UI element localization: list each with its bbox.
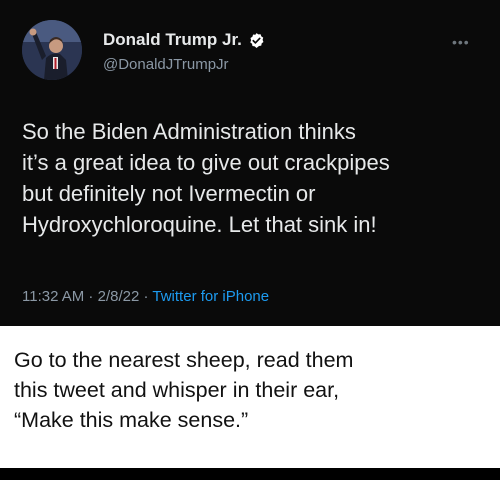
- tweet-metadata: 11:32 AM · 2/8/22 · Twitter for iPhone: [22, 288, 269, 305]
- tweet-text-line: Hydroxychloroquine. Let that sink in!: [22, 212, 377, 237]
- meme-caption: Go to the nearest sheep, read them this …: [0, 326, 500, 468]
- caption-line: Go to the nearest sheep, read them: [14, 348, 354, 372]
- tweet-text-line: but definitely not Ivermectin or: [22, 181, 316, 206]
- user-handle[interactable]: @DonaldJTrumpJr: [103, 56, 229, 73]
- bottom-border: [0, 468, 500, 480]
- tweet-text-line: it’s a great idea to give out crackpipes: [22, 150, 390, 175]
- caption-line: this tweet and whisper in their ear,: [14, 378, 340, 402]
- verified-badge-icon: [250, 32, 264, 48]
- caption-text: Go to the nearest sheep, read them this …: [14, 345, 494, 435]
- meta-separator: ·: [84, 288, 98, 305]
- more-options-icon[interactable]: •••: [452, 34, 470, 50]
- tweet-time[interactable]: 11:32 AM: [22, 288, 84, 305]
- display-name[interactable]: Donald Trump Jr.: [103, 30, 265, 50]
- tweet-text: So the Biden Administration thinks it’s …: [22, 116, 492, 240]
- tweet-date[interactable]: 2/8/22: [98, 288, 140, 305]
- caption-line: “Make this make sense.”: [14, 408, 249, 432]
- meta-separator: ·: [139, 288, 153, 305]
- profile-avatar[interactable]: [22, 20, 82, 80]
- avatar-photo: [22, 20, 82, 80]
- display-name-text[interactable]: Donald Trump Jr.: [103, 30, 242, 50]
- tweet-source-link[interactable]: Twitter for iPhone: [152, 288, 269, 305]
- tweet-card: Donald Trump Jr. @DonaldJTrumpJr ••• So …: [0, 0, 500, 326]
- tweet-text-line: So the Biden Administration thinks: [22, 119, 356, 144]
